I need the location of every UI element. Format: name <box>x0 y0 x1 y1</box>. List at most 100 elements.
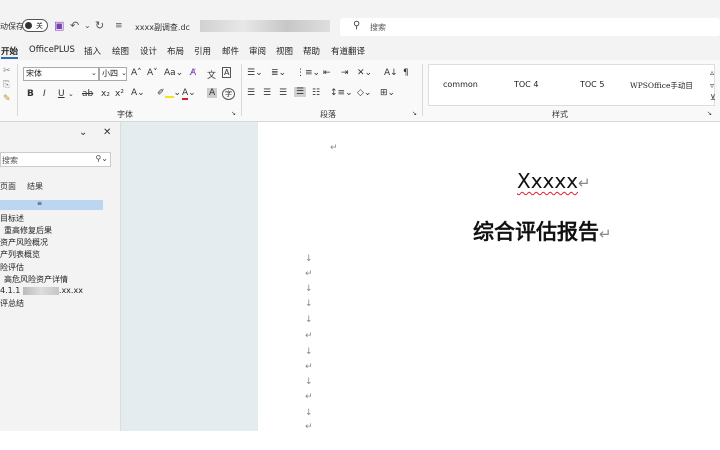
paragraph-dialog-launcher-icon[interactable]: ↘ <box>412 110 417 117</box>
shading-icon[interactable]: ◇⌄ <box>357 88 371 98</box>
underline-icon[interactable]: U <box>58 89 65 99</box>
font-dialog-launcher-icon[interactable]: ↘ <box>231 110 236 117</box>
font-name-select[interactable]: 宋体 <box>23 67 99 81</box>
close-icon[interactable]: ✕ <box>103 127 111 138</box>
line-break-mark: ↓ <box>305 254 313 264</box>
nav-heading-suffix: .xx.xx <box>58 286 83 295</box>
spell-error-word: Xxxxx <box>517 169 579 193</box>
undo-dropdown-icon[interactable]: ⌄ <box>84 21 91 30</box>
increase-indent-icon[interactable]: ⇥ <box>341 68 349 78</box>
text-effects-icon[interactable]: A⌄ <box>131 88 145 98</box>
group-label-styles: 样式 <box>552 110 568 119</box>
line-break-mark: ↓ <box>305 408 313 418</box>
font-size-dropdown-icon[interactable]: ⌄ <box>121 69 127 77</box>
align-left-icon[interactable]: ☰ <box>247 88 255 98</box>
tab-design[interactable]: 设计 <box>140 45 157 57</box>
bold-icon[interactable]: B <box>27 89 34 99</box>
sort-icon[interactable]: A↓ <box>384 68 398 78</box>
nav-heading[interactable]: 产列表概览 <box>0 249 40 260</box>
tab-view[interactable]: 视图 <box>276 45 293 57</box>
decrease-indent-icon[interactable]: ⇤ <box>323 68 331 78</box>
highlight-icon[interactable]: ✐ ⌄ <box>157 88 181 98</box>
paragraph-mark: ↵ <box>330 143 338 153</box>
paragraph-mark: ↵ <box>305 331 313 341</box>
autosave-toggle[interactable]: 关 <box>22 19 48 32</box>
divider <box>422 64 423 116</box>
tab-youdao[interactable]: 有道翻译 <box>331 45 365 57</box>
tab-pages[interactable]: 页面 <box>0 181 16 192</box>
chinese-layout-icon[interactable]: ✕⌄ <box>357 68 372 78</box>
subscript-icon[interactable]: x₂ <box>101 89 110 99</box>
show-marks-icon[interactable]: ¶ <box>403 68 409 78</box>
document-page[interactable]: ↵ Xxxxx↵ 综合评估报告↵ ↓ ↵ ↓ ↓ ↓ ↵ ↓ ↵ ↓ ↵ ↓ ↵ <box>258 122 720 432</box>
document-title-line2: 综合评估报告↵ <box>473 216 612 246</box>
undo-icon[interactable]: ↶ <box>70 19 79 32</box>
italic-icon[interactable]: I <box>43 89 46 99</box>
nav-heading[interactable]: 险评估 <box>0 262 24 273</box>
justify-icon[interactable]: ☰ <box>294 87 307 97</box>
style-wpsoffice[interactable]: WPSOffice手动目 <box>630 80 710 91</box>
tab-officeplus[interactable]: OfficePLUS <box>29 45 75 55</box>
nav-heading[interactable]: 目标述 <box>0 213 24 224</box>
tab-review[interactable]: 审阅 <box>249 45 266 57</box>
tab-home[interactable]: 开始 <box>1 45 18 57</box>
tab-references[interactable]: 引用 <box>194 45 211 57</box>
paragraph-mark: ↵ <box>578 174 591 192</box>
superscript-icon[interactable]: x² <box>115 89 124 99</box>
clear-formatting-icon[interactable]: A̸ <box>190 68 196 78</box>
underline-dropdown-icon[interactable]: ⌄ <box>68 90 74 98</box>
strikethrough-icon[interactable]: ab <box>82 89 93 99</box>
enclose-character-icon[interactable]: 字 <box>222 88 235 100</box>
redo-icon[interactable]: ↻ <box>95 19 104 32</box>
nav-heading[interactable]: 高危风险资产详情 <box>4 274 68 285</box>
tab-results[interactable]: 结果 <box>27 181 43 192</box>
tab-insert[interactable]: 插入 <box>84 45 101 57</box>
customize-toolbar-icon[interactable]: ≡ <box>115 21 123 31</box>
styles-scroll-up-icon[interactable]: ▵ <box>710 68 714 77</box>
nav-search-input[interactable]: 搜索 ⚲⌄ <box>0 152 111 167</box>
style-toc4[interactable]: TOC 4 <box>514 80 538 89</box>
redacted-title <box>200 20 330 32</box>
distributed-icon[interactable]: ☷ <box>312 88 320 98</box>
nav-heading[interactable]: 资产风险概况 <box>0 237 48 248</box>
styles-scroll-down-icon[interactable]: ▿ <box>710 81 714 90</box>
autosave-label: 动保存 <box>0 22 24 31</box>
line-break-mark: ↓ <box>305 299 313 309</box>
character-border-icon[interactable]: A <box>222 67 232 78</box>
tab-layout[interactable]: 布局 <box>167 45 184 57</box>
font-name-dropdown-icon[interactable]: ⌄ <box>91 69 97 77</box>
styles-more-icon[interactable]: ⊻ <box>710 93 716 102</box>
paragraph-mark: ↵ <box>305 392 313 402</box>
active-tab-indicator <box>1 57 18 59</box>
style-toc5[interactable]: TOC 5 <box>580 80 604 89</box>
align-center-icon[interactable]: ☰ <box>263 88 271 98</box>
line-break-mark: ↓ <box>305 284 313 294</box>
save-icon[interactable]: ▣ <box>54 19 64 32</box>
styles-dialog-launcher-icon[interactable]: ↘ <box>707 110 712 117</box>
nav-heading-selected[interactable]: ≡ <box>0 200 103 210</box>
shrink-font-icon[interactable]: A˅ <box>147 68 158 78</box>
character-shading-icon[interactable]: A <box>207 88 218 98</box>
align-right-icon[interactable]: ☰ <box>279 88 287 98</box>
line-spacing-icon[interactable]: ↕≡⌄ <box>330 88 353 98</box>
tab-draw[interactable]: 绘图 <box>112 45 129 57</box>
font-color-icon[interactable]: A⌄ <box>182 88 196 100</box>
phonetic-guide-icon[interactable]: 文 <box>207 68 216 81</box>
search-box[interactable]: ⚲ 搜索 <box>340 18 720 36</box>
nav-heading[interactable]: 重高修复后果 <box>4 225 52 236</box>
numbering-icon[interactable]: ≣⌄ <box>271 68 286 78</box>
grow-font-icon[interactable]: A˄ <box>131 68 142 78</box>
nav-options-icon[interactable]: ⌄ <box>79 127 87 138</box>
multilevel-list-icon[interactable]: ⋮≡⌄ <box>296 68 320 78</box>
tab-mailings[interactable]: 邮件 <box>222 45 239 57</box>
nav-heading[interactable]: 评总结 <box>0 298 24 309</box>
cut-icon[interactable]: ✂ <box>3 66 11 76</box>
tab-help[interactable]: 帮助 <box>303 45 320 57</box>
copy-icon[interactable]: ⎘ <box>3 80 10 90</box>
format-painter-icon[interactable]: ✎ <box>3 94 11 104</box>
change-case-icon[interactable]: Aa⌄ <box>164 68 183 78</box>
borders-icon[interactable]: ⊞⌄ <box>380 88 395 98</box>
bullets-icon[interactable]: ☰⌄ <box>247 68 263 78</box>
nav-heading[interactable]: 4.1.1 .xx.xx <box>0 286 83 295</box>
style-common[interactable]: common <box>443 80 478 89</box>
